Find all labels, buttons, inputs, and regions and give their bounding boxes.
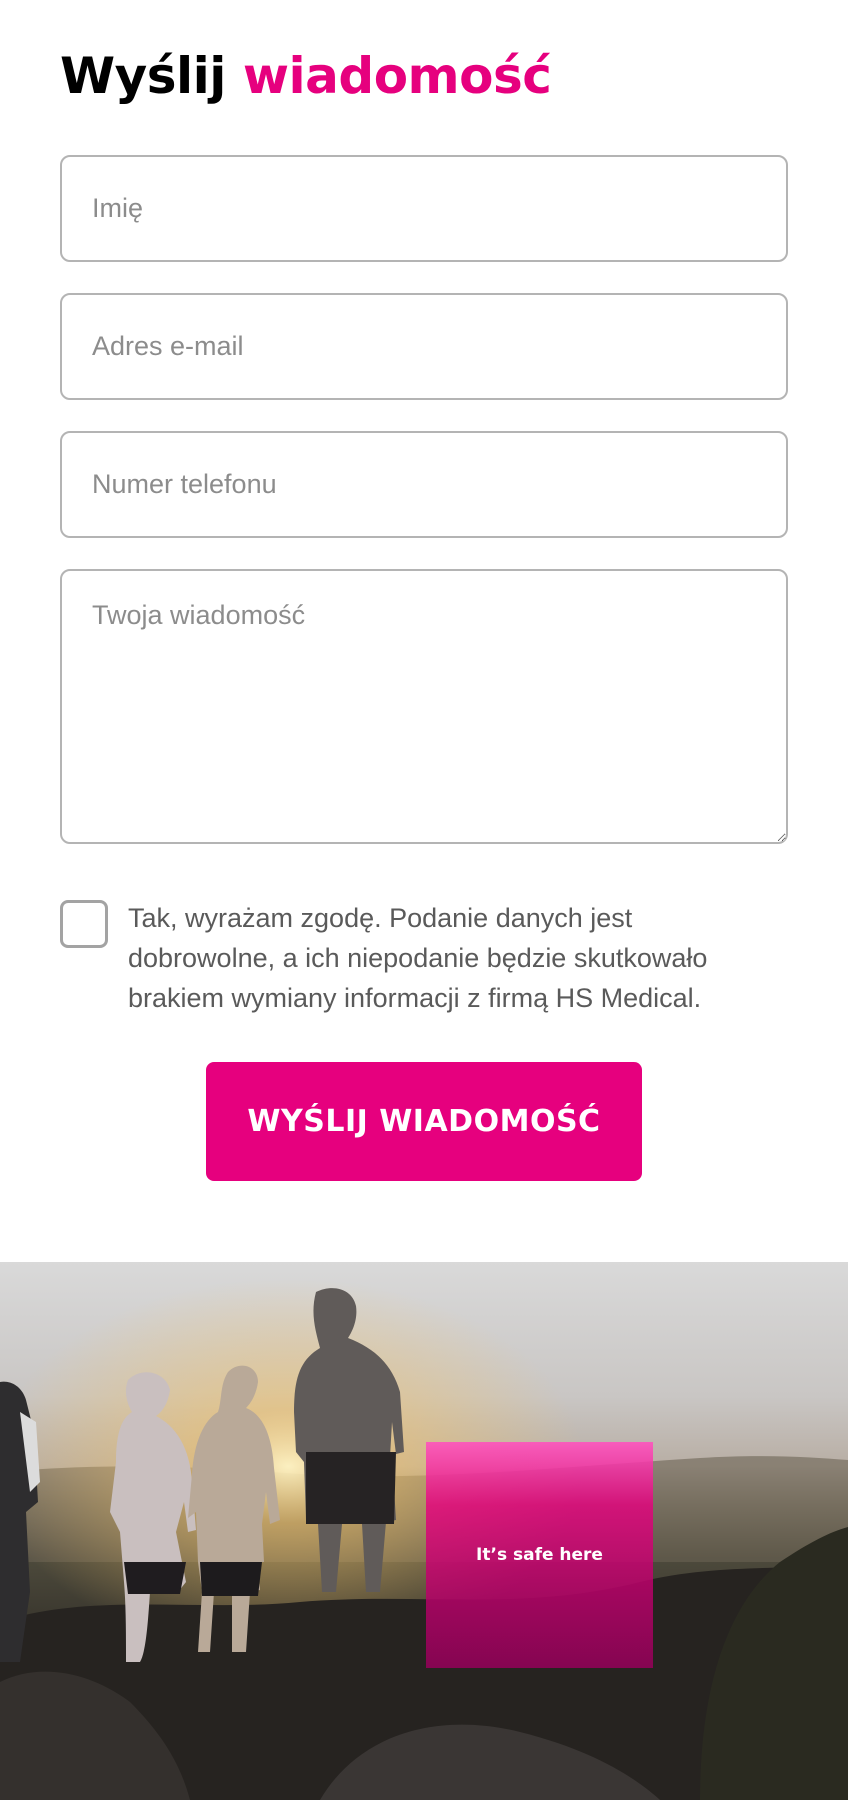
- consent-checkbox[interactable]: [60, 900, 108, 948]
- form-heading-accent: wiadomość: [242, 47, 552, 105]
- name-field[interactable]: [60, 155, 788, 262]
- hero-photo-section: It’s safe here: [0, 1262, 848, 1800]
- contact-form-section: Wyślij wiadomość Tak, wyrażam zgodę. Pod…: [0, 0, 848, 1262]
- phone-field[interactable]: [60, 431, 788, 538]
- hero-photo: [0, 1262, 848, 1800]
- consent-label: Tak, wyrażam zgodę. Podanie danych jest …: [128, 903, 708, 1013]
- safe-badge: It’s safe here: [426, 1442, 653, 1668]
- form-heading: Wyślij wiadomość: [60, 44, 552, 108]
- form-heading-plain: Wyślij: [60, 47, 226, 105]
- email-field[interactable]: [60, 293, 788, 400]
- safe-badge-text: It’s safe here: [476, 1545, 603, 1565]
- submit-button[interactable]: WYŚLIJ WIADOMOŚĆ: [206, 1062, 642, 1181]
- message-field[interactable]: [60, 569, 788, 844]
